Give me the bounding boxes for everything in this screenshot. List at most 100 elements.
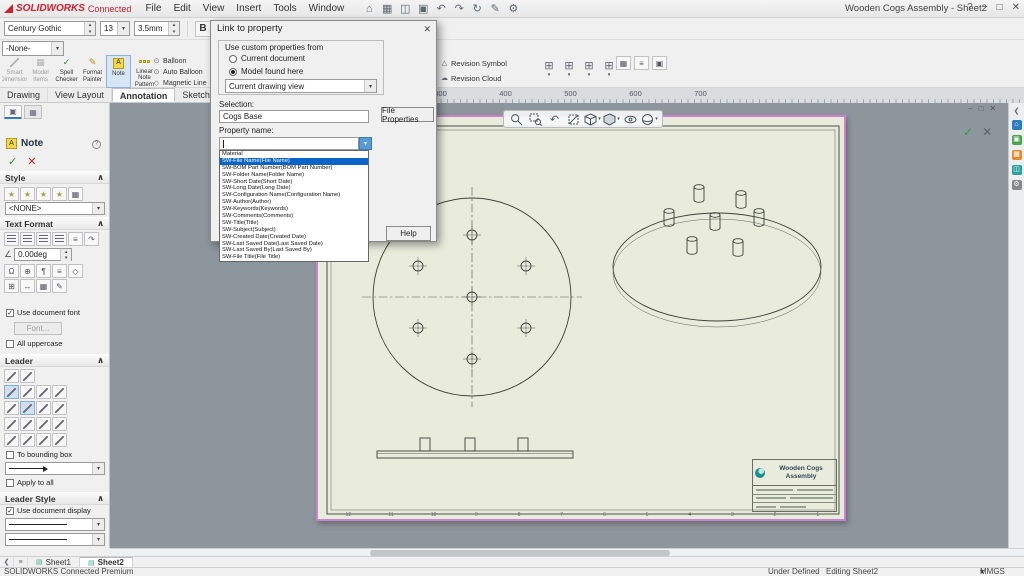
section-style[interactable]: Style∧	[0, 171, 109, 184]
leader-option-icon[interactable]	[20, 433, 35, 447]
confirm-ok-icon[interactable]: ✓	[963, 125, 973, 139]
revision-symbol-button[interactable]: △ Revision Symbol	[440, 57, 507, 69]
favorite-apply-icon[interactable]: ★	[4, 187, 19, 201]
stacked-text-icon[interactable]: ≡	[52, 264, 67, 278]
property-source-combo[interactable]: Current drawing view ▾	[225, 79, 377, 93]
doc-close-icon[interactable]: ✕	[990, 104, 997, 113]
chevron-down-icon[interactable]: ▾	[92, 463, 104, 474]
magnetic-line-button[interactable]: ◇ Magnetic Line	[152, 78, 207, 88]
font-family-combo[interactable]: Century Gothic ▴▾	[4, 21, 96, 36]
note-button[interactable]: A Note	[106, 55, 131, 88]
angle-field[interactable]: 0.00deg ▴▾	[14, 248, 72, 261]
hole-table-button[interactable]: ⊞▾	[560, 52, 578, 85]
property-option[interactable]: SW-Comments(Comments)	[220, 213, 368, 220]
leader-option-icon[interactable]	[4, 417, 19, 431]
edit-text-icon[interactable]: ✎	[52, 279, 67, 293]
auto-balloon-button[interactable]: ⊙ Auto Balloon	[152, 67, 207, 77]
sheet-tab-sheet1[interactable]: ▤ Sheet1	[28, 557, 80, 567]
chevron-down-icon[interactable]: ▾	[364, 80, 376, 92]
property-option[interactable]: SW-Folder Name(Folder Name)	[220, 172, 368, 179]
dimension-style-combo[interactable]: -None- ▾	[2, 41, 64, 56]
help-button[interactable]: Help	[386, 226, 431, 241]
leader-option-icon[interactable]	[20, 369, 35, 383]
property-option[interactable]: SW-Created Date(Created Date)	[220, 234, 368, 241]
menu-item[interactable]: Insert	[230, 3, 267, 14]
line-thickness-combo[interactable]: ▾	[5, 533, 105, 546]
vertical-align-icon[interactable]: ≡	[68, 232, 83, 246]
doc-minimize-icon[interactable]: −	[968, 104, 973, 113]
menu-item[interactable]: Edit	[168, 3, 197, 14]
options-gear-icon[interactable]: ⚙	[506, 1, 520, 17]
tab-drawing[interactable]: Drawing	[0, 88, 48, 102]
leader-option-icon[interactable]	[4, 401, 19, 415]
use-document-font-checkbox[interactable]: ✓Use document font	[6, 308, 80, 317]
favorite-update-icon[interactable]: ★	[36, 187, 51, 201]
annotation-tool-icon[interactable]: ▣	[652, 56, 667, 70]
zoom-fit-icon[interactable]	[508, 112, 525, 127]
format-painter-button[interactable]: ✎ Format Painter	[80, 55, 105, 88]
balloon-button[interactable]: ⊙ Balloon	[152, 56, 207, 66]
to-bounding-box-checkbox[interactable]: To bounding box	[6, 450, 72, 459]
all-uppercase-checkbox[interactable]: All uppercase	[6, 339, 62, 348]
menu-item[interactable]: File	[139, 3, 167, 14]
redo-icon[interactable]: ↷	[452, 1, 466, 17]
view-orientation-icon[interactable]: ▾	[584, 112, 601, 127]
pm-help-icon[interactable]: ?	[92, 140, 101, 149]
link-to-property-icon[interactable]: ⊕	[20, 264, 35, 278]
leader-option-icon[interactable]	[4, 385, 19, 399]
property-option[interactable]: Material	[220, 151, 368, 158]
home-icon[interactable]: ⌂	[362, 1, 376, 17]
favorite-add-icon[interactable]: ★	[20, 187, 35, 201]
tab-view-layout[interactable]: View Layout	[48, 88, 112, 102]
taskpane-collapse-icon[interactable]: ❮	[1014, 107, 1020, 115]
rotate-text-icon[interactable]: ↷	[84, 232, 99, 246]
style-preset-combo[interactable]: <NONE> ▾	[5, 202, 105, 215]
property-option[interactable]: SW-Title(Title)	[220, 220, 368, 227]
spell-checker-button[interactable]: ✓ Spell Checker	[54, 55, 79, 88]
leader-option-icon[interactable]	[20, 417, 35, 431]
leader-option-icon[interactable]	[20, 401, 35, 415]
dialog-close-icon[interactable]: ✕	[423, 24, 431, 35]
chevron-down-icon[interactable]: ▾	[117, 22, 129, 35]
favorite-delete-icon[interactable]: ★	[52, 187, 67, 201]
smart-dimension-button[interactable]: Smart Dimension	[2, 55, 27, 88]
property-option[interactable]: SW-Last Saved Date(Last Saved Date)	[220, 241, 368, 248]
property-option[interactable]: SW-File Name(File Name)	[220, 158, 368, 165]
sheet-nav-list-icon[interactable]: ≡	[14, 557, 28, 567]
property-option[interactable]: SW-Author(Author)	[220, 199, 368, 206]
ok-button[interactable]: ✓	[8, 155, 17, 168]
leader-option-icon[interactable]	[52, 433, 67, 447]
property-option[interactable]: SW-Last Saved By(Last Saved By)	[220, 247, 368, 254]
bom-table-button[interactable]: ⊞▾	[580, 52, 598, 85]
hide-show-items-icon[interactable]	[622, 112, 639, 127]
table-insert-icon[interactable]: ⊞	[4, 279, 19, 293]
leader-option-icon[interactable]	[36, 385, 51, 399]
arrow-style-combo[interactable]: ▾	[5, 462, 105, 475]
property-option[interactable]: SW-Short Date(Short Date)	[220, 179, 368, 186]
display-style-icon[interactable]: ▾	[603, 112, 620, 127]
text-height-field[interactable]: 3.5mm ▴▾	[134, 21, 180, 36]
taskpane-resources-icon[interactable]: ▣	[1012, 135, 1022, 145]
chevron-down-icon[interactable]: ▾	[92, 519, 104, 530]
section-leader[interactable]: Leader∧	[0, 354, 109, 367]
font-family-spinner[interactable]: ▴▾	[84, 22, 95, 35]
align-center-icon[interactable]	[20, 232, 35, 246]
open-icon[interactable]: ▦	[380, 1, 394, 17]
menu-item[interactable]: Tools	[267, 3, 302, 14]
display-pane-tab-icon[interactable]: ▦	[24, 105, 42, 119]
leader-option-icon[interactable]	[4, 369, 19, 383]
paragraph-icon[interactable]: ¶	[36, 264, 51, 278]
model-items-button[interactable]: ▦ Model Items	[28, 55, 53, 88]
taskpane-explorer-icon[interactable]: ◫	[1012, 165, 1022, 175]
current-document-radio[interactable]: Current document	[229, 54, 305, 63]
leader-option-icon[interactable]	[36, 401, 51, 415]
property-option[interactable]: SW-File Title(File Title)	[220, 254, 368, 261]
section-leader-style[interactable]: Leader Style∧	[0, 492, 109, 505]
property-option[interactable]: SW-Configuration Name(Configuration Name…	[220, 192, 368, 199]
annotation-tool-icon[interactable]: ≡	[634, 56, 649, 70]
file-properties-button[interactable]: File Properties	[381, 107, 434, 122]
property-option[interactable]: SW-BOM Part Number(BOM Part Number)	[220, 165, 368, 172]
font-button[interactable]: Font...	[14, 322, 62, 335]
text-height-spinner[interactable]: ▴▾	[168, 22, 179, 35]
use-document-display-checkbox[interactable]: ✓Use document display	[6, 506, 91, 515]
